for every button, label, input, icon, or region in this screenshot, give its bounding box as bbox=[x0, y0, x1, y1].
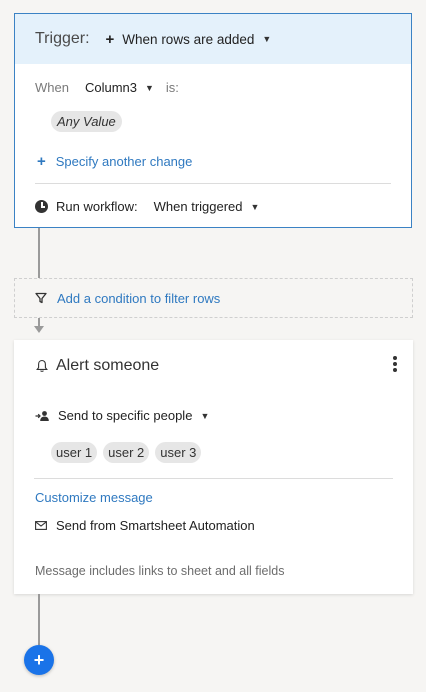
action-title-label: Alert someone bbox=[56, 357, 160, 374]
plus-circle-icon: + bbox=[33, 649, 45, 670]
mail-icon bbox=[35, 521, 47, 530]
action-card: Alert someone Send to specific people ▼ … bbox=[14, 340, 413, 594]
action-title: Alert someone bbox=[36, 357, 159, 375]
recipient-chip[interactable]: user 3 bbox=[155, 442, 202, 463]
recipient-chip[interactable]: user 1 bbox=[51, 442, 98, 463]
recipient-chip[interactable]: user 2 bbox=[103, 442, 150, 463]
column-label: Column3 bbox=[84, 80, 137, 95]
recipient-list: user 1 user 2 user 3 bbox=[51, 442, 202, 463]
specify-label: Specify another change bbox=[55, 154, 193, 169]
plus-icon: + bbox=[105, 30, 115, 48]
arrow-down-icon bbox=[34, 326, 44, 333]
any-value-chip[interactable]: Any Value bbox=[51, 111, 122, 132]
when-row: When Column3 ▼ is: bbox=[35, 80, 179, 95]
trigger-header: Trigger: + When rows are added ▼ bbox=[15, 14, 411, 64]
column-dropdown[interactable]: Column3 ▼ bbox=[85, 80, 154, 95]
add-condition-filter-button[interactable]: Add a condition to filter rows bbox=[14, 278, 413, 318]
trigger-event-dropdown[interactable]: + When rows are added ▼ bbox=[106, 32, 272, 47]
run-workflow-value: When triggered bbox=[153, 199, 243, 214]
run-workflow-label: Run workflow: bbox=[56, 199, 138, 214]
connector-line bbox=[38, 594, 40, 645]
customize-message-link[interactable]: Customize message bbox=[35, 490, 153, 505]
people-icon bbox=[35, 410, 49, 421]
funnel-icon bbox=[35, 292, 47, 304]
caret-down-icon: ▼ bbox=[250, 201, 260, 212]
divider bbox=[35, 183, 391, 184]
caret-down-icon: ▼ bbox=[262, 34, 272, 44]
send-to-label: Send to specific people bbox=[58, 408, 193, 423]
trigger-title: Trigger: bbox=[35, 30, 90, 47]
divider bbox=[34, 478, 393, 479]
is-label: is: bbox=[165, 80, 179, 95]
caret-down-icon: ▼ bbox=[145, 82, 154, 93]
send-from-row: Send from Smartsheet Automation bbox=[35, 518, 255, 533]
kebab-menu-icon[interactable] bbox=[391, 356, 399, 376]
add-step-button[interactable]: + bbox=[24, 645, 54, 675]
value-chip-label: Any Value bbox=[51, 111, 122, 132]
trigger-card: Trigger: + When rows are added ▼ When Co… bbox=[14, 13, 412, 228]
run-workflow-dropdown[interactable]: When triggered ▼ bbox=[154, 199, 260, 214]
trigger-event-label: When rows are added bbox=[122, 31, 255, 47]
when-label: When bbox=[35, 80, 69, 95]
run-workflow-row: Run workflow: When triggered ▼ bbox=[35, 199, 259, 214]
plus-icon: + bbox=[37, 153, 46, 170]
specify-another-change-link[interactable]: + Specify another change bbox=[37, 154, 192, 169]
message-includes-text: Message includes links to sheet and all … bbox=[35, 564, 285, 578]
send-to-dropdown[interactable]: Send to specific people ▼ bbox=[35, 408, 209, 423]
clock-icon bbox=[35, 200, 48, 213]
connector-line bbox=[38, 228, 40, 278]
send-from-label: Send from Smartsheet Automation bbox=[56, 518, 255, 533]
caret-down-icon: ▼ bbox=[200, 410, 210, 421]
bell-icon bbox=[36, 359, 48, 372]
filter-label: Add a condition to filter rows bbox=[57, 290, 221, 306]
